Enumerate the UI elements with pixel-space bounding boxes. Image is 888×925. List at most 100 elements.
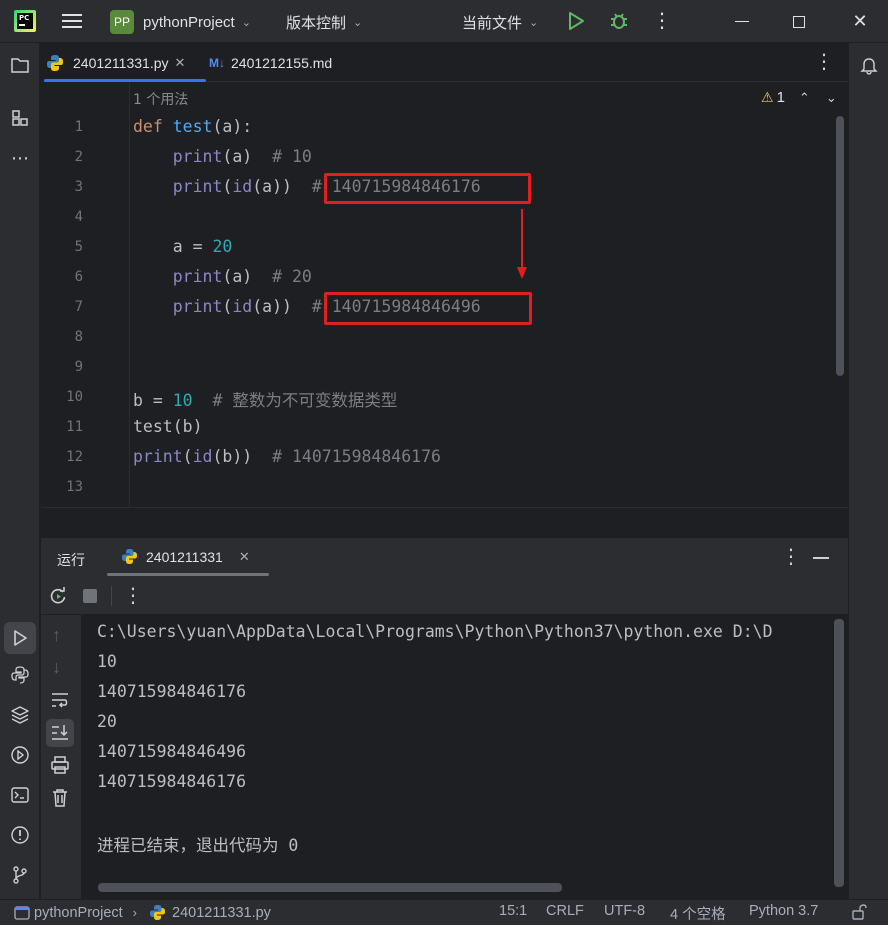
- maximize-button[interactable]: [773, 0, 825, 43]
- debug-button[interactable]: [608, 10, 630, 32]
- tab-2401212155-md[interactable]: M↓ 2401212155.md: [209, 43, 332, 82]
- indent-setting[interactable]: 4 个空格: [670, 903, 726, 924]
- more-options-icon[interactable]: ⋮: [123, 585, 143, 607]
- code-line-6: print(a) # 20: [133, 267, 312, 286]
- print-icon[interactable]: [50, 755, 70, 778]
- project-selector[interactable]: PP pythonProject ⌄: [110, 9, 251, 35]
- vcs-selector[interactable]: 版本控制 ⌄: [286, 9, 362, 35]
- rerun-icon[interactable]: [48, 586, 68, 606]
- code-text: (a):: [212, 117, 253, 136]
- caret-position[interactable]: 15:1: [499, 903, 527, 919]
- console-line: 140715984846176: [97, 682, 247, 701]
- close-icon: ✕: [852, 11, 868, 31]
- previous-highlight-icon[interactable]: ⌃: [799, 90, 810, 106]
- highlight-box-bottom: [324, 292, 532, 325]
- run-tool-icon[interactable]: [4, 622, 36, 654]
- code-text: (: [182, 447, 193, 466]
- vcs-label: 版本控制: [286, 14, 347, 32]
- play-icon: [569, 12, 584, 30]
- soft-wrap-icon[interactable]: [50, 691, 70, 712]
- scroll-to-end-icon[interactable]: [46, 719, 74, 747]
- code-line-12: print(id(b)) # 140715984846176: [133, 447, 441, 466]
- code-text: (a): [222, 147, 273, 166]
- line-number: 2: [74, 149, 83, 165]
- run-tab-indicator: [107, 573, 269, 576]
- console-line: 20: [97, 712, 117, 731]
- number: 10: [172, 391, 193, 410]
- console-line: 140715984846176: [97, 772, 247, 791]
- tab-2401211331-py[interactable]: 2401211331.py ✕: [46, 43, 185, 82]
- close-tab-icon[interactable]: ✕: [239, 549, 250, 565]
- scroll-down-icon[interactable]: ↓: [52, 657, 61, 678]
- lock-icon[interactable]: [851, 904, 867, 924]
- minimize-button[interactable]: [716, 0, 768, 43]
- hide-panel-icon[interactable]: [813, 557, 829, 559]
- line-number: 8: [74, 329, 83, 345]
- console-line: 140715984846496: [97, 742, 247, 761]
- code-line-2: print(a) # 10: [133, 147, 312, 166]
- run-tab[interactable]: 2401211331 ✕: [121, 548, 250, 565]
- console-horizontal-scrollbar[interactable]: [98, 883, 562, 892]
- notifications-icon[interactable]: [857, 53, 881, 77]
- python-packages-icon[interactable]: [8, 703, 32, 727]
- builtin: print: [172, 177, 223, 196]
- more-actions-icon[interactable]: ⋮: [652, 10, 672, 32]
- builtin: print: [172, 267, 223, 286]
- close-button[interactable]: ✕: [832, 0, 888, 43]
- run-console[interactable]: C:\Users\yuan\AppData\Local\Programs\Pyt…: [82, 615, 848, 899]
- title-bar: PC PP pythonProject ⌄ 版本控制 ⌄ 当前文件 ⌄ ⋮ ✕: [0, 0, 888, 43]
- usage-hint[interactable]: 1 个用法: [133, 89, 188, 109]
- line-number: 5: [74, 239, 83, 255]
- line-separator[interactable]: CRLF: [546, 903, 584, 919]
- editor-scrollbar[interactable]: [836, 116, 844, 376]
- services-icon[interactable]: [8, 743, 32, 767]
- keyword: def: [133, 117, 163, 136]
- git-icon[interactable]: [8, 863, 32, 887]
- problems-icon[interactable]: [8, 823, 32, 847]
- run-tab-label: 2401211331: [146, 548, 223, 565]
- run-config-selector[interactable]: 当前文件 ⌄: [462, 9, 538, 35]
- tab-options-icon[interactable]: ⋮: [814, 52, 834, 72]
- warning-icon: ⚠: [761, 89, 774, 105]
- breadcrumb-project[interactable]: pythonProject: [34, 905, 123, 921]
- chevron-down-icon: ⌄: [353, 16, 363, 29]
- toolbar-divider: [111, 586, 112, 606]
- close-tab-icon[interactable]: ✕: [175, 55, 186, 71]
- code-text: (b)): [212, 447, 273, 466]
- python-file-icon: [150, 905, 166, 920]
- chevron-down-icon: ⌄: [241, 16, 251, 29]
- code-line-1: def test(a):: [133, 117, 252, 136]
- clear-all-icon[interactable]: [51, 788, 69, 811]
- panel-options-icon[interactable]: ⋮: [781, 546, 801, 568]
- inspection-widget[interactable]: ⚠ 1 ⌃ ⌄: [761, 89, 837, 106]
- stop-icon[interactable]: [83, 589, 97, 603]
- function-name: test: [172, 117, 213, 136]
- interpreter[interactable]: Python 3.7: [749, 903, 818, 919]
- run-config-label: 当前文件: [462, 14, 523, 32]
- line-number: 1: [74, 119, 83, 135]
- project-folder-icon[interactable]: [8, 53, 32, 77]
- run-panel-title: 运行: [57, 552, 85, 568]
- structure-icon[interactable]: [8, 106, 32, 130]
- main-menu-icon[interactable]: [62, 12, 84, 30]
- builtin: id: [232, 297, 253, 316]
- run-button[interactable]: [566, 11, 586, 31]
- comment: # 140715984846176: [272, 447, 441, 466]
- console-vertical-scrollbar[interactable]: [834, 619, 844, 887]
- code-text: b =: [133, 391, 173, 410]
- line-number: 9: [74, 359, 83, 375]
- console-line: 进程已结束，退出代码为 0: [97, 836, 299, 855]
- more-tools-icon[interactable]: ⋯: [8, 146, 32, 170]
- code-text: a =: [172, 237, 213, 256]
- scroll-up-icon[interactable]: ↑: [52, 625, 61, 646]
- pycharm-logo: PC: [14, 10, 36, 32]
- line-number: 4: [74, 209, 83, 225]
- terminal-icon[interactable]: [8, 783, 32, 807]
- file-encoding[interactable]: UTF-8: [604, 903, 645, 919]
- breadcrumb-file[interactable]: 2401211331.py: [172, 905, 271, 921]
- code-editor[interactable]: 1 个用法 ⚠ 1 ⌃ ⌄ 1 2 3 4 5 6 7 8 9 10 11 12…: [41, 83, 848, 507]
- python-console-icon[interactable]: [8, 663, 32, 687]
- next-highlight-icon[interactable]: ⌄: [826, 90, 837, 106]
